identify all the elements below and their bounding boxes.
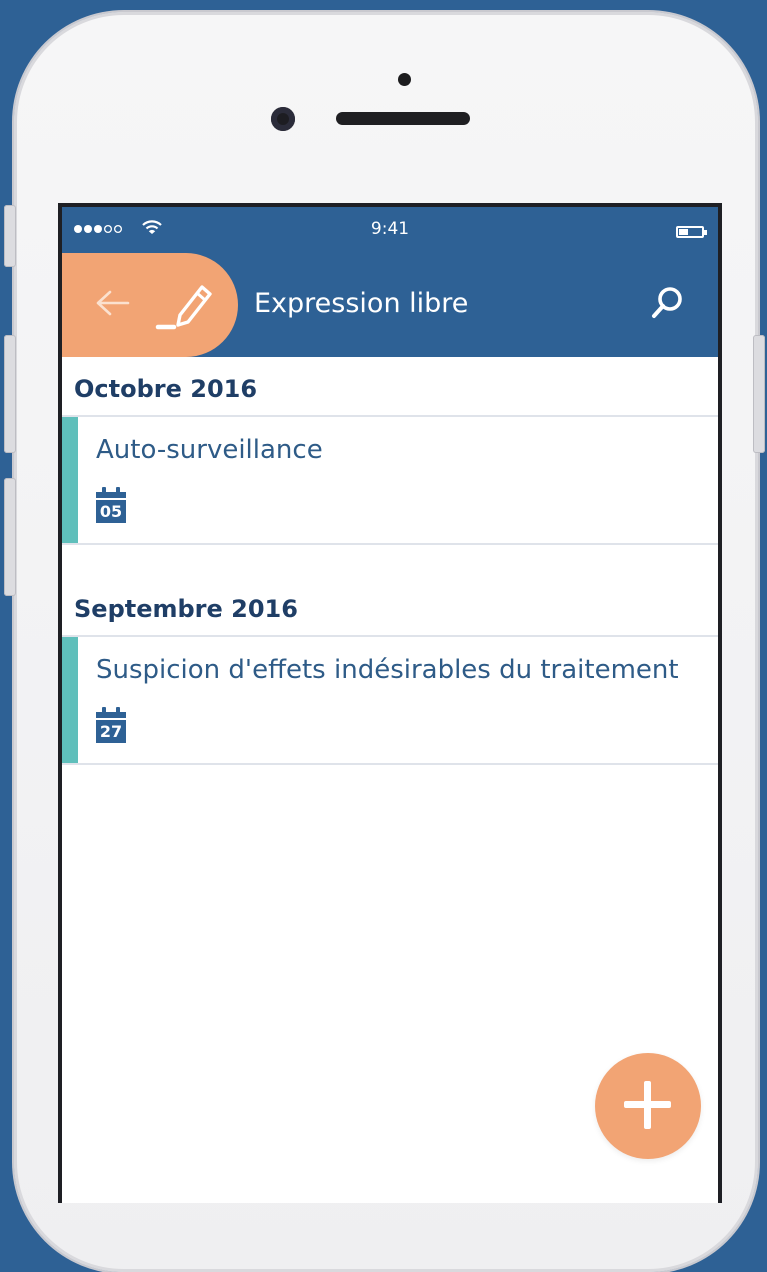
entry-title: Auto-surveillance: [96, 435, 323, 465]
app-bar: Expression libre: [62, 253, 718, 357]
power-button: [753, 335, 765, 453]
battery-icon: [676, 226, 707, 238]
entry-accent-bar: [62, 417, 78, 543]
earpiece-speaker: [336, 112, 470, 125]
status-bar: 9:41: [62, 207, 718, 253]
volume-up-button: [4, 335, 16, 453]
proximity-sensor: [398, 73, 411, 86]
phone-screen: 9:41 Expression libre Octobre 2016 Auto-…: [58, 203, 722, 1203]
entry-title: Suspicion d'effets indésirables du trait…: [96, 655, 679, 685]
volume-down-button: [4, 478, 16, 596]
front-camera: [271, 107, 295, 131]
search-icon[interactable]: [648, 284, 688, 324]
calendar-icon: 05: [96, 487, 126, 523]
status-time: 9:41: [370, 219, 410, 239]
list-item[interactable]: Auto-surveillance 05: [62, 417, 718, 545]
calendar-icon: 27: [96, 707, 126, 743]
mute-switch: [4, 205, 16, 267]
page-title: Expression libre: [254, 288, 469, 319]
entry-accent-bar: [62, 637, 78, 763]
add-entry-button[interactable]: [595, 1053, 701, 1159]
mode-pill: [62, 253, 238, 357]
pencil-icon: [155, 285, 212, 330]
arrow-left-icon[interactable]: [94, 287, 132, 319]
calendar-day: 05: [96, 500, 126, 523]
section-header-october: Octobre 2016: [62, 357, 718, 417]
calendar-day: 27: [96, 720, 126, 743]
list-item[interactable]: Suspicion d'effets indésirables du trait…: [62, 637, 718, 765]
section-header-september: Septembre 2016: [62, 577, 718, 637]
